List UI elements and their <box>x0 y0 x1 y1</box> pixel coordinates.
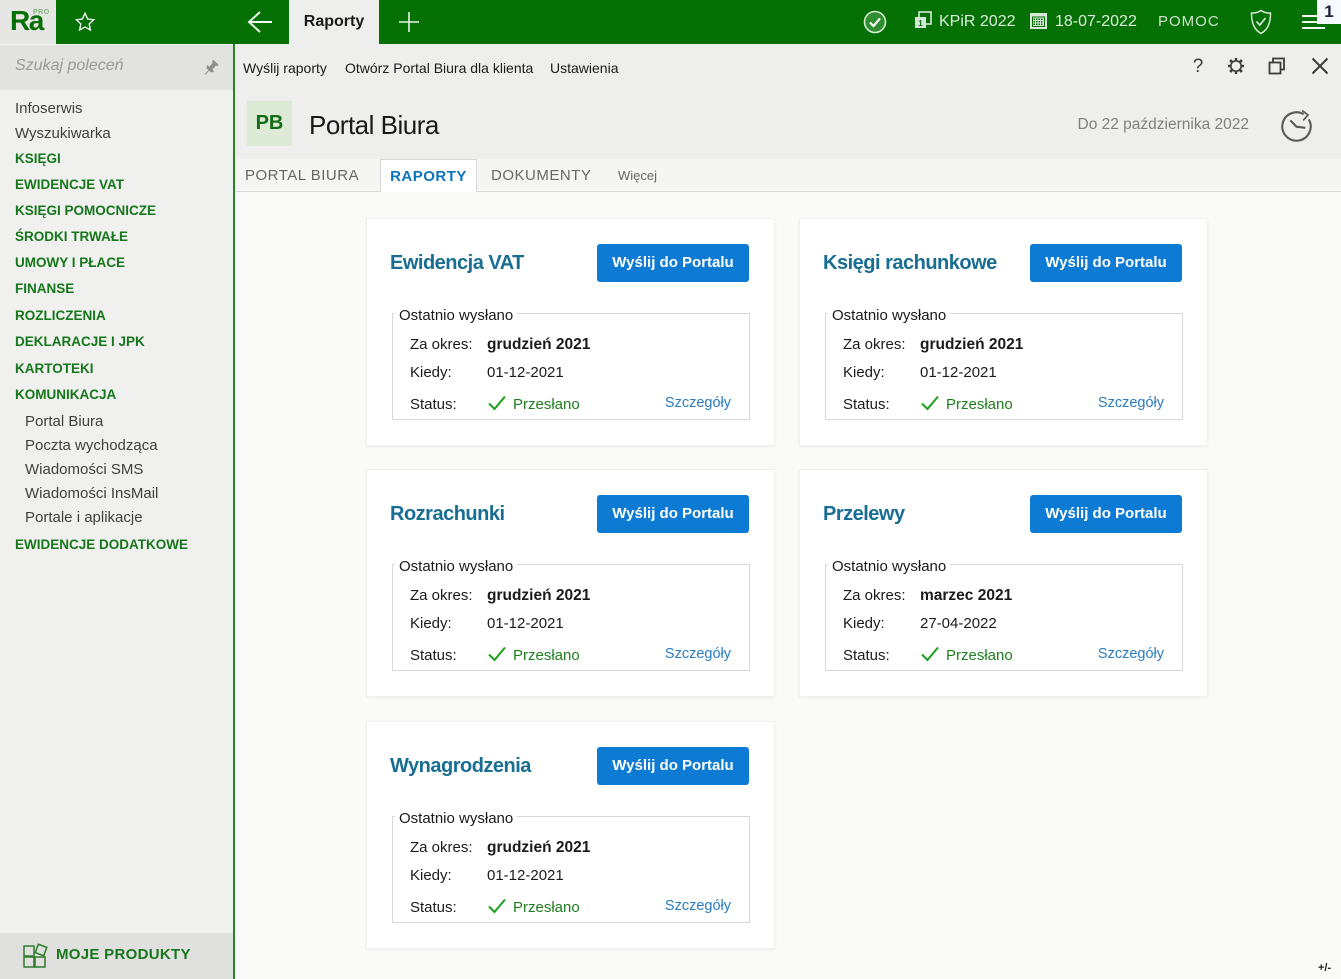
svg-text:1: 1 <box>918 19 923 28</box>
svg-text:?: ? <box>1193 56 1204 77</box>
